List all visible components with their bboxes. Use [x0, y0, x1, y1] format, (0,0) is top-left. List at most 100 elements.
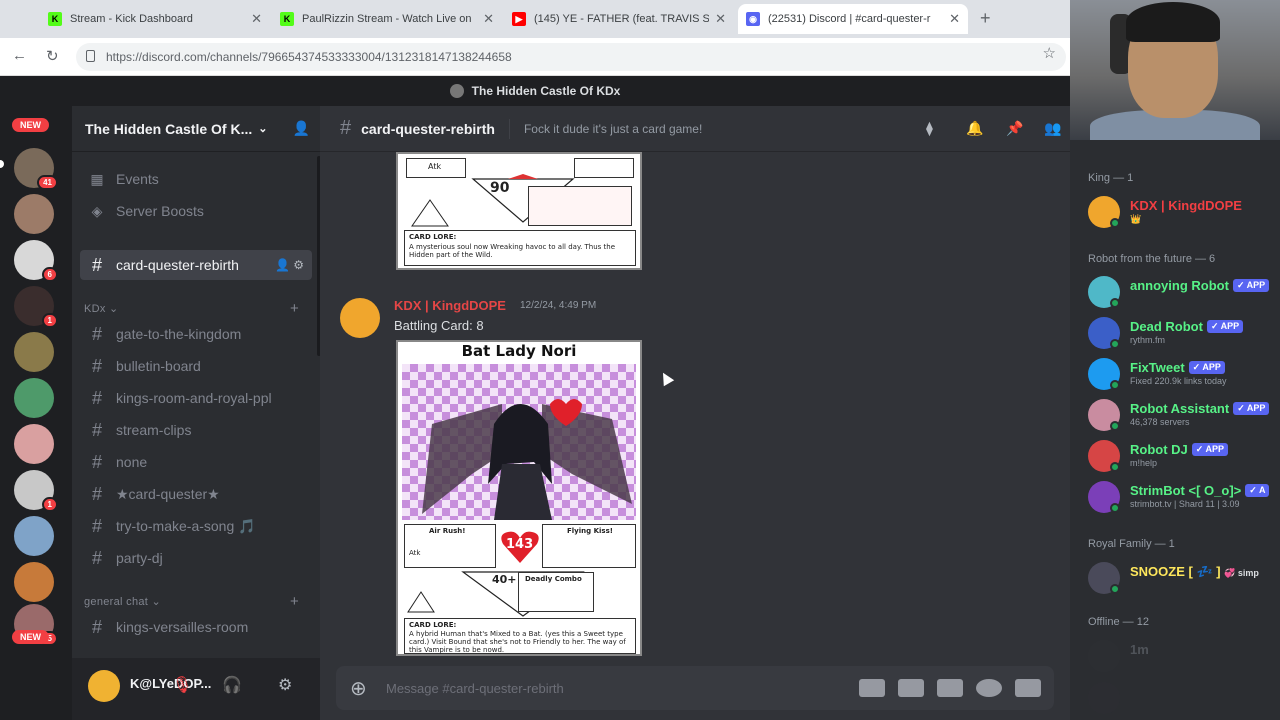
add-channel-icon[interactable]: + — [290, 593, 299, 610]
member-name: StrimBot <[ O_o]> — [1130, 483, 1242, 498]
member-item[interactable]: StrimBot <[ O_o]> ✓ A strimbot.tv | Shard… — [1088, 477, 1280, 513]
channel-topic[interactable]: Fock it dude it's just a card game! — [524, 122, 702, 136]
server-icon[interactable] — [14, 378, 54, 418]
member-item[interactable]: SNOOZE [ 💤 ] 💞 simp — [1088, 558, 1280, 594]
member-name: Robot DJ — [1130, 442, 1188, 457]
new-tab-icon[interactable]: + — [980, 8, 991, 29]
app-tag: ✓ APP — [1191, 443, 1228, 456]
members-icon[interactable]: 👥 — [1044, 120, 1061, 137]
channel-label: gate-to-the-kingdom — [116, 326, 242, 342]
channel-kings-versailles-room[interactable]: # kings-versailles-room — [80, 612, 312, 642]
server-boosts-item[interactable]: ◈ Server Boosts — [80, 196, 312, 226]
server-icon[interactable] — [14, 562, 54, 602]
channel-card-quester[interactable]: # ★card-quester★ — [80, 479, 312, 509]
server-icon[interactable]: 1 — [14, 470, 58, 512]
message-composer: ⊕ — [336, 666, 1054, 710]
member-item[interactable]: FixTweet ✓ APP Fixed 220.9k links today — [1088, 354, 1280, 390]
apps-icon[interactable] — [1015, 679, 1041, 697]
server-icon[interactable] — [14, 516, 54, 556]
tab-title: (145) YE - FATHER (feat. TRAVIS S — [534, 13, 710, 25]
discord-window-title: The Hidden Castle Of KDx — [0, 76, 1070, 106]
channel-none[interactable]: # none — [80, 447, 312, 477]
channel-card-quester-rebirth[interactable]: # card-quester-rebirth 👤 ⚙ — [80, 250, 312, 280]
status-online-icon — [1110, 380, 1120, 390]
channel-settings-icon[interactable]: 👤 ⚙ — [275, 258, 304, 272]
server-icon[interactable] — [14, 332, 54, 372]
card-image-previous[interactable]: 90 Atk CARD LORE: A mysterious soul now … — [396, 152, 642, 270]
headphones-icon[interactable]: 🎧 — [222, 675, 242, 695]
browser-tab-discord[interactable]: ◉ (22531) Discord | #card-quester-r ✕ — [738, 4, 968, 34]
card-atk-icon — [407, 591, 435, 613]
close-tab-icon[interactable]: ✕ — [483, 11, 494, 27]
emoji-icon[interactable] — [976, 679, 1002, 697]
threads-icon[interactable]: ⧫ — [926, 120, 933, 137]
invite-people-icon[interactable]: 👤 — [293, 120, 310, 137]
member-item[interactable]: annoying Robot ✓ APP — [1088, 272, 1280, 308]
card-lore-box: CARD LORE: A hybrid Human that's Mixed t… — [404, 618, 636, 654]
browser-tab-kick-stream[interactable]: K PaulRizzin Stream - Watch Live on ✕ — [272, 4, 502, 34]
member-item[interactable]: KDX | KingdDOPE 👑 — [1088, 192, 1280, 228]
member-item[interactable]: Robot Assistant ✓ APP 46,378 servers — [1088, 395, 1280, 431]
avatar[interactable] — [340, 298, 380, 338]
channel-label: stream-clips — [116, 422, 192, 438]
window-title-text: The Hidden Castle Of KDx — [471, 84, 621, 98]
close-tab-icon[interactable]: ✕ — [949, 11, 960, 27]
server-icon[interactable]: 1 — [14, 286, 58, 328]
mute-mic-icon[interactable]: 🎙 — [172, 675, 192, 695]
reload-icon[interactable]: ↻ — [46, 47, 59, 65]
card-image-bat-lady-nori[interactable]: Bat Lady Nori Air Rush! Atk Flying Kiss!… — [396, 340, 642, 656]
close-tab-icon[interactable]: ✕ — [251, 11, 262, 27]
avatar[interactable] — [88, 670, 120, 702]
hashtag-icon: # — [91, 387, 102, 408]
url-field[interactable]: https://discord.com/channels/79665437453… — [76, 43, 1066, 71]
card-skill-box-right: Flying Kiss! — [542, 524, 636, 568]
channel-party-dj[interactable]: # party-dj — [80, 543, 312, 573]
member-item-offline[interactable] — [1088, 678, 1280, 714]
bell-icon[interactable]: 🔔 — [966, 120, 983, 137]
server-icon[interactable]: 41 — [14, 148, 58, 190]
status-online-icon — [1110, 218, 1120, 228]
kick-icon: K — [48, 12, 62, 26]
gif-icon[interactable] — [898, 679, 924, 697]
channel-label: kings-versailles-room — [116, 619, 249, 635]
member-item[interactable]: Robot DJ ✓ APP m!help — [1088, 436, 1280, 472]
card-lore-box: CARD LORE: A mysterious soul now Wreakin… — [404, 230, 636, 266]
message-input[interactable] — [386, 680, 859, 696]
hashtag-icon: # — [91, 616, 102, 637]
server-icon[interactable] — [14, 194, 54, 234]
channel-try-to-make-a-song[interactable]: # try-to-make-a-song 🎵 — [80, 511, 312, 541]
pin-icon[interactable]: 📌 — [1006, 120, 1023, 137]
app-tag: ✓ APP — [1206, 320, 1244, 333]
server-icon[interactable]: 6 — [14, 240, 58, 282]
app-tag: ✓ APP — [1232, 279, 1270, 292]
back-icon[interactable]: ← — [12, 47, 27, 64]
chevron-down-icon: ⌄ — [258, 123, 268, 135]
member-item-offline[interactable]: 1m — [1088, 636, 1280, 672]
bookmark-star-icon[interactable]: ☆ — [1043, 44, 1056, 62]
server-icon[interactable] — [14, 424, 54, 464]
divider — [508, 118, 510, 139]
category-general-chat[interactable]: general chat ⌄ + — [84, 593, 299, 610]
add-channel-icon[interactable]: + — [290, 300, 299, 317]
close-tab-icon[interactable]: ✕ — [715, 11, 726, 27]
channel-kings-room[interactable]: # kings-room-and-royal-ppl — [80, 383, 312, 413]
card-title: Bat Lady Nori — [461, 342, 577, 360]
gear-icon[interactable]: ⚙ — [278, 675, 292, 695]
add-attachment-icon[interactable]: ⊕ — [350, 676, 374, 701]
browser-tab-youtube[interactable]: ▶ (145) YE - FATHER (feat. TRAVIS S ✕ — [504, 4, 734, 34]
category-kdx[interactable]: KDx ⌄ + — [84, 300, 299, 317]
card-skill-name: Flying Kiss! — [567, 527, 613, 535]
chat-area: # card-quester-rebirth Fock it dude it's… — [320, 106, 1070, 720]
channel-stream-clips[interactable]: # stream-clips — [80, 415, 312, 445]
guild-header[interactable]: The Hidden Castle Of K... ⌄ 👤 — [72, 106, 320, 152]
browser-tab-kick-dashboard[interactable]: K Stream - Kick Dashboard ✕ — [40, 4, 270, 34]
member-item[interactable]: Dead Robot ✓ APP rythm.fm — [1088, 313, 1280, 349]
sticker-icon[interactable] — [937, 679, 963, 697]
channel-gate-to-the-kingdom[interactable]: # gate-to-the-kingdom — [80, 319, 312, 349]
gift-icon[interactable] — [859, 679, 885, 697]
message-text: Battling Card: 8 — [394, 318, 484, 333]
member-status-text: 💞 simp — [1224, 568, 1259, 578]
message-author[interactable]: KDX | KingdDOPE — [394, 298, 506, 313]
channel-bulletin-board[interactable]: # bulletin-board — [80, 351, 312, 381]
events-item[interactable]: ▦ Events — [80, 164, 312, 194]
